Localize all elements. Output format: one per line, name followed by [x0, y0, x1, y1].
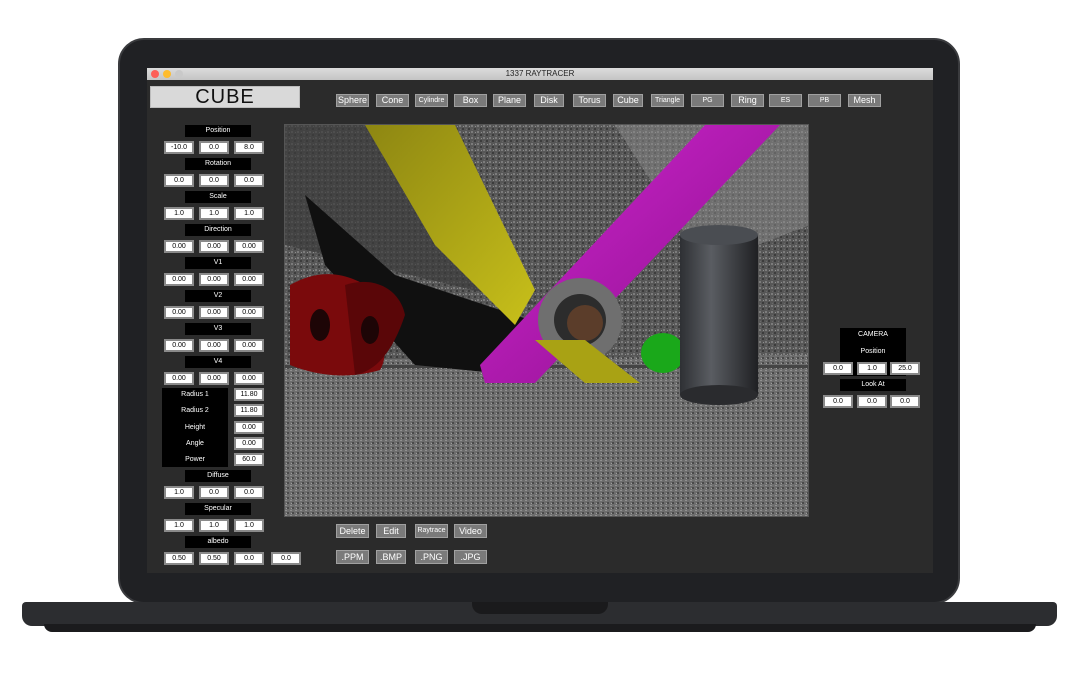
title-bar: 1337 RAYTRACER — [147, 68, 933, 80]
camera-look-at-y-field[interactable]: 0.0 — [857, 395, 887, 408]
height-label: Height — [184, 424, 206, 431]
v3-z-field[interactable]: 0.00 — [234, 339, 264, 352]
v2-z-field[interactable]: 0.00 — [234, 306, 264, 319]
diffuse-b-field[interactable]: 0.0 — [234, 486, 264, 499]
shape-button-plane[interactable]: Plane — [493, 94, 526, 107]
v4-z-field[interactable]: 0.00 — [234, 372, 264, 385]
specular-r-field[interactable]: 1.0 — [164, 519, 194, 532]
shape-button-es[interactable]: ES — [769, 94, 802, 107]
v3-y-field[interactable]: 0.00 — [199, 339, 229, 352]
camera-position-label: Position — [840, 346, 906, 358]
v1-z-field[interactable]: 0.00 — [234, 273, 264, 286]
shape-button-disk[interactable]: Disk — [534, 94, 564, 107]
video-button[interactable]: Video — [454, 524, 487, 538]
camera-look-at-x-field[interactable]: 0.0 — [823, 395, 853, 408]
angle-label: Angle — [186, 440, 204, 447]
position-x-field[interactable]: -10.0 — [164, 141, 194, 154]
shape-button-cube[interactable]: Cube — [613, 94, 643, 107]
albedo-2-field[interactable]: 0.50 — [199, 552, 229, 565]
shape-button-box[interactable]: Box — [454, 94, 487, 107]
rotation-label: Rotation — [185, 158, 251, 170]
power-label: Power — [185, 456, 205, 463]
export-jpg-button[interactable]: .JPG — [454, 550, 487, 564]
radius2-label: Radius 2 — [181, 407, 209, 414]
specular-label: Specular — [185, 503, 251, 515]
export-png-button[interactable]: .PNG — [415, 550, 448, 564]
shape-button-ring[interactable]: Ring — [731, 94, 764, 107]
v1-label: V1 — [185, 257, 251, 269]
albedo-1-field[interactable]: 0.50 — [164, 552, 194, 565]
diffuse-g-field[interactable]: 0.0 — [199, 486, 229, 499]
diffuse-label: Diffuse — [185, 470, 251, 482]
position-z-field[interactable]: 8.0 — [234, 141, 264, 154]
direction-label: Direction — [185, 224, 251, 236]
shape-button-pg[interactable]: PG — [691, 94, 724, 107]
rotation-z-field[interactable]: 0.0 — [234, 174, 264, 187]
albedo-label: albedo — [185, 536, 251, 548]
camera-position-y-field[interactable]: 1.0 — [857, 362, 887, 375]
edit-button[interactable]: Edit — [376, 524, 406, 538]
raytrace-button[interactable]: Raytrace — [415, 524, 448, 538]
radius2-field[interactable]: 11.80 — [234, 404, 264, 417]
v2-y-field[interactable]: 0.00 — [199, 306, 229, 319]
radius1-field[interactable]: 11.80 — [234, 388, 264, 401]
direction-y-field[interactable]: 0.00 — [199, 240, 229, 253]
laptop-notch — [472, 602, 608, 614]
v2-label: V2 — [185, 290, 251, 302]
v3-label: V3 — [185, 323, 251, 335]
specular-g-field[interactable]: 1.0 — [199, 519, 229, 532]
scale-label: Scale — [185, 191, 251, 203]
selected-object-title: CUBE — [150, 86, 300, 108]
albedo-4-field[interactable]: 0.0 — [271, 552, 301, 565]
direction-x-field[interactable]: 0.00 — [164, 240, 194, 253]
direction-z-field[interactable]: 0.00 — [234, 240, 264, 253]
rotation-y-field[interactable]: 0.0 — [199, 174, 229, 187]
camera-look-at-label: Look At — [840, 379, 906, 391]
shape-button-torus[interactable]: Torus — [573, 94, 606, 107]
window-title: 1337 RAYTRACER — [505, 69, 575, 78]
camera-title: CAMERA — [840, 329, 906, 341]
shape-button-sphere[interactable]: Sphere — [336, 94, 369, 107]
rendered-scene — [285, 125, 808, 516]
specular-b-field[interactable]: 1.0 — [234, 519, 264, 532]
export-ppm-button[interactable]: .PPM — [336, 550, 369, 564]
angle-field[interactable]: 0.00 — [234, 437, 264, 450]
scale-x-field[interactable]: 1.0 — [164, 207, 194, 220]
shape-button-mesh[interactable]: Mesh — [848, 94, 881, 107]
height-field[interactable]: 0.00 — [234, 421, 264, 434]
radius1-label: Radius 1 — [181, 391, 209, 398]
shape-button-cylinder[interactable]: Cylindre — [415, 94, 448, 107]
v1-x-field[interactable]: 0.00 — [164, 273, 194, 286]
albedo-3-field[interactable]: 0.0 — [234, 552, 264, 565]
scale-y-field[interactable]: 1.0 — [199, 207, 229, 220]
position-y-field[interactable]: 0.0 — [199, 141, 229, 154]
camera-look-at-z-field[interactable]: 0.0 — [890, 395, 920, 408]
rotation-x-field[interactable]: 0.0 — [164, 174, 194, 187]
laptop-base-edge — [44, 624, 1036, 632]
v4-label: V4 — [185, 356, 251, 368]
v4-y-field[interactable]: 0.00 — [199, 372, 229, 385]
scale-z-field[interactable]: 1.0 — [234, 207, 264, 220]
v3-x-field[interactable]: 0.00 — [164, 339, 194, 352]
delete-button[interactable]: Delete — [336, 524, 369, 538]
diffuse-r-field[interactable]: 1.0 — [164, 486, 194, 499]
position-label: Position — [185, 125, 251, 137]
render-viewport[interactable] — [284, 124, 809, 517]
camera-position-x-field[interactable]: 0.0 — [823, 362, 853, 375]
camera-position-z-field[interactable]: 25.0 — [890, 362, 920, 375]
v1-y-field[interactable]: 0.00 — [199, 273, 229, 286]
shape-button-triangle[interactable]: Triangle — [651, 94, 684, 107]
app-window: 1337 RAYTRACER CUBE Sphere Cone Cylindre… — [147, 68, 933, 573]
v4-x-field[interactable]: 0.00 — [164, 372, 194, 385]
shape-button-pb[interactable]: PB — [808, 94, 841, 107]
shape-button-cone[interactable]: Cone — [376, 94, 409, 107]
export-bmp-button[interactable]: .BMP — [376, 550, 406, 564]
power-field[interactable]: 60.0 — [234, 453, 264, 466]
v2-x-field[interactable]: 0.00 — [164, 306, 194, 319]
